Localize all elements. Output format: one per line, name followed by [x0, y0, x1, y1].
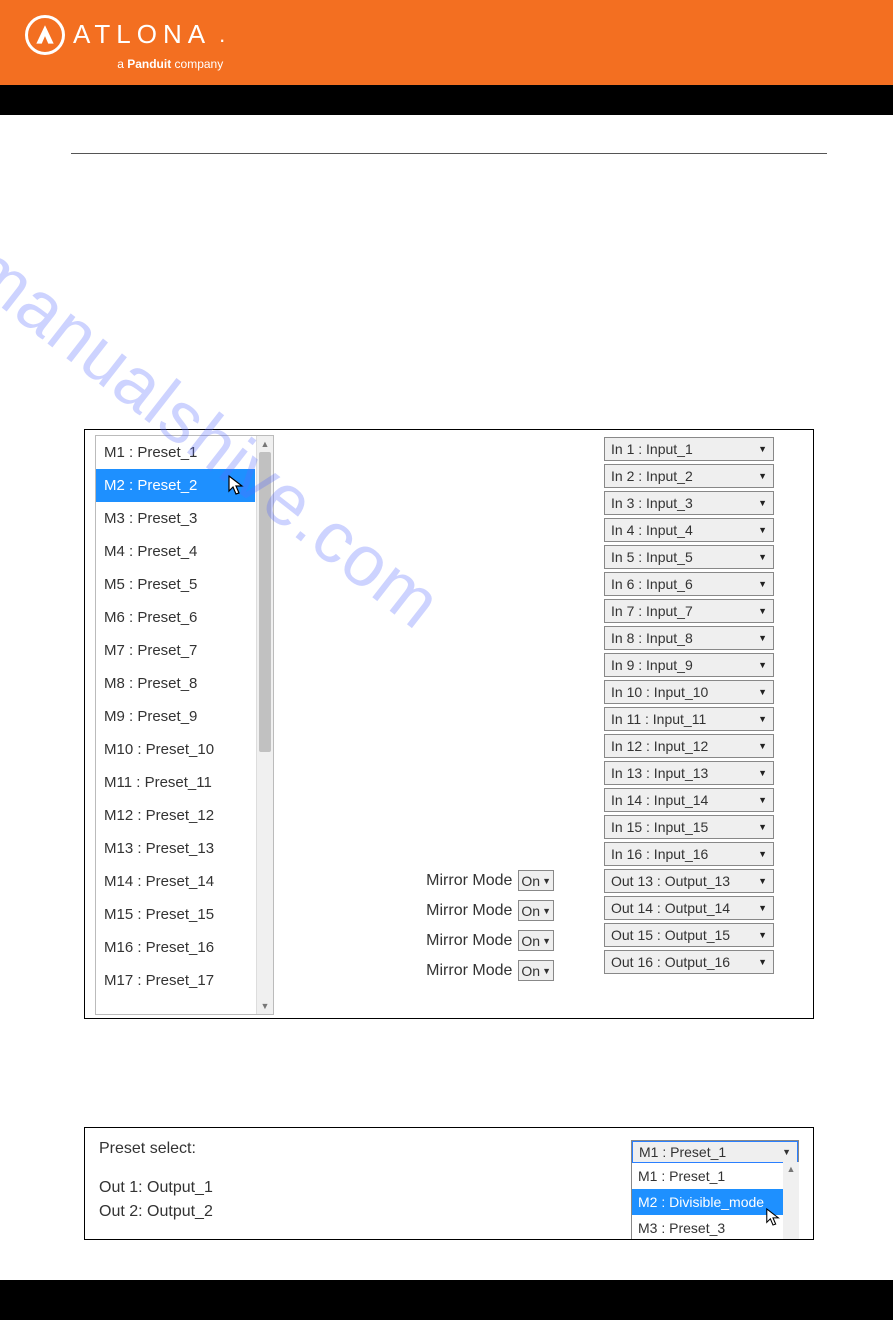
- output-line: Out 1: Output_1: [99, 1176, 213, 1200]
- dropdown-scrollbar[interactable]: ▲: [783, 1162, 799, 1240]
- footer-bar: [0, 1280, 893, 1320]
- input-select[interactable]: In 16 : Input_16▼: [604, 842, 774, 866]
- input-select[interactable]: In 11 : Input_11▼: [604, 707, 774, 731]
- mirror-mode-row: Mirror Mode On▼: [324, 957, 554, 984]
- mirror-mode-label: Mirror Mode: [426, 932, 512, 950]
- preset-dropdown-head[interactable]: M1 : Preset_1 ▼: [632, 1141, 798, 1163]
- preset-list-item[interactable]: M3 : Preset_3: [96, 502, 255, 535]
- brand-dot: .: [219, 22, 225, 48]
- spacer: manualshive.com: [60, 214, 838, 429]
- preset-select-panel: Preset select: Out 1: Output_1Out 2: Out…: [84, 1127, 814, 1240]
- input-select[interactable]: In 4 : Input_4▼: [604, 518, 774, 542]
- input-select[interactable]: In 7 : Input_7▼: [604, 599, 774, 623]
- page-content: manualshive.com M1 : Preset_1M2 : Preset…: [0, 115, 893, 1280]
- logo-icon: [25, 15, 65, 55]
- chevron-down-icon: ▼: [782, 1147, 791, 1157]
- output-select[interactable]: Out 15 : Output_15▼: [604, 923, 774, 947]
- brand-tagline: a Panduit company: [25, 57, 225, 71]
- input-select[interactable]: In 14 : Input_14▼: [604, 788, 774, 812]
- brand-logo: ATLONA. a Panduit company: [25, 15, 225, 71]
- preset-list-item[interactable]: M6 : Preset_6: [96, 601, 255, 634]
- mirror-mode-label: Mirror Mode: [426, 962, 512, 980]
- preset-list-item[interactable]: M16 : Preset_16: [96, 931, 255, 964]
- preset-list-item[interactable]: M13 : Preset_13: [96, 832, 255, 865]
- preset-select-label: Preset select:: [99, 1140, 213, 1158]
- input-select[interactable]: In 8 : Input_8▼: [604, 626, 774, 650]
- input-select[interactable]: In 5 : Input_5▼: [604, 545, 774, 569]
- mirror-mode-select[interactable]: On▼: [518, 930, 554, 951]
- preset-list-item[interactable]: M17 : Preset_17: [96, 964, 255, 997]
- mirror-mode-select[interactable]: On▼: [518, 870, 554, 891]
- preset-list-item[interactable]: M12 : Preset_12: [96, 799, 255, 832]
- mirror-mode-row: Mirror Mode On▼: [324, 867, 554, 894]
- cursor-icon: [227, 474, 245, 502]
- preset-list-item[interactable]: M10 : Preset_10: [96, 733, 255, 766]
- scroll-up-icon[interactable]: ▲: [257, 436, 273, 452]
- input-select[interactable]: In 2 : Input_2▼: [604, 464, 774, 488]
- routing-panel: M1 : Preset_1M2 : Preset_2M3 : Preset_3M…: [84, 429, 814, 1019]
- mirror-mode-select[interactable]: On▼: [518, 960, 554, 981]
- input-select[interactable]: In 1 : Input_1▼: [604, 437, 774, 461]
- preset-list-item[interactable]: M5 : Preset_5: [96, 568, 255, 601]
- output-select[interactable]: Out 13 : Output_13▼: [604, 869, 774, 893]
- preset-dropdown-wrap: M1 : Preset_1 ▼ M1 : Preset_1M2 : Divisi…: [631, 1140, 799, 1240]
- mirror-mode-row: Mirror Mode On▼: [324, 927, 554, 954]
- preset-list-item[interactable]: M11 : Preset_11: [96, 766, 255, 799]
- header-bar: ATLONA. a Panduit company: [0, 0, 893, 85]
- input-select[interactable]: In 10 : Input_10▼: [604, 680, 774, 704]
- preset-option[interactable]: M1 : Preset_1: [632, 1163, 798, 1189]
- divider: [71, 153, 827, 154]
- scroll-up-icon[interactable]: ▲: [783, 1162, 799, 1176]
- preset-list-item[interactable]: M1 : Preset_1: [96, 436, 255, 469]
- preset-list-item[interactable]: M9 : Preset_9: [96, 700, 255, 733]
- brand-text: ATLONA: [73, 19, 211, 50]
- scroll-down-icon[interactable]: ▼: [257, 998, 273, 1014]
- output-select[interactable]: Out 16 : Output_16▼: [604, 950, 774, 974]
- listbox-scrollbar[interactable]: ▲ ▼: [256, 436, 273, 1014]
- preset-list-item[interactable]: M8 : Preset_8: [96, 667, 255, 700]
- scroll-thumb[interactable]: [259, 452, 271, 752]
- preset-listbox[interactable]: M1 : Preset_1M2 : Preset_2M3 : Preset_3M…: [95, 435, 274, 1015]
- io-column: In 1 : Input_1▼ In 2 : Input_2▼ In 3 : Inp…: [604, 435, 774, 977]
- input-select[interactable]: In 12 : Input_12▼: [604, 734, 774, 758]
- mirror-column: Mirror Mode On▼ Mirror Mode On▼ Mirror Mode O…: [324, 435, 554, 987]
- output-select[interactable]: Out 14 : Output_14▼: [604, 896, 774, 920]
- mirror-mode-label: Mirror Mode: [426, 902, 512, 920]
- mirror-mode-row: Mirror Mode On▼: [324, 897, 554, 924]
- preset-list-item[interactable]: M15 : Preset_15: [96, 898, 255, 931]
- output-line: Out 2: Output_2: [99, 1200, 213, 1224]
- mirror-mode-label: Mirror Mode: [426, 872, 512, 890]
- input-select[interactable]: In 9 : Input_9▼: [604, 653, 774, 677]
- output-list: Out 1: Output_1Out 2: Output_2: [99, 1176, 213, 1224]
- cursor-icon: [765, 1207, 781, 1232]
- mirror-mode-select[interactable]: On▼: [518, 900, 554, 921]
- preset-list-item[interactable]: M4 : Preset_4: [96, 535, 255, 568]
- input-select[interactable]: In 3 : Input_3▼: [604, 491, 774, 515]
- input-select[interactable]: In 6 : Input_6▼: [604, 572, 774, 596]
- section-bar: [0, 85, 893, 115]
- input-select[interactable]: In 15 : Input_15▼: [604, 815, 774, 839]
- preset-list-item[interactable]: M14 : Preset_14: [96, 865, 255, 898]
- preset-list-item[interactable]: M7 : Preset_7: [96, 634, 255, 667]
- input-select[interactable]: In 13 : Input_13▼: [604, 761, 774, 785]
